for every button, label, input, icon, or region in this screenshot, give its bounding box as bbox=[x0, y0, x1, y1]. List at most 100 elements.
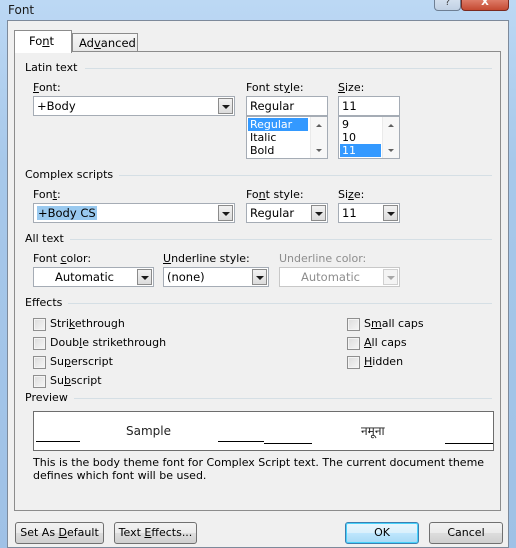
preview-underline bbox=[36, 441, 80, 442]
latin-font-value: +Body bbox=[37, 99, 76, 113]
accesskey: m bbox=[370, 317, 382, 330]
scroll-up-icon[interactable] bbox=[316, 124, 322, 127]
button-label: Text bbox=[118, 526, 145, 539]
latin-size-option[interactable]: 9 bbox=[340, 118, 381, 131]
button-label: Set As bbox=[20, 526, 59, 539]
latin-size-option[interactable]: 10 bbox=[340, 131, 381, 144]
tab-font[interactable]: Font bbox=[14, 30, 72, 53]
superscript-checkbox[interactable] bbox=[33, 356, 46, 369]
label-text: Su bbox=[50, 355, 64, 368]
accesskey: D bbox=[58, 526, 68, 539]
latin-style-option[interactable]: Italic bbox=[248, 131, 308, 144]
hidden-checkbox[interactable] bbox=[347, 356, 360, 369]
text-effects-button[interactable]: Text Effects... bbox=[114, 522, 197, 544]
dialog-body: Font Advanced Latin text Font: +Body Fon… bbox=[7, 20, 509, 548]
scroll-up-icon[interactable] bbox=[388, 124, 394, 127]
preview-sample-latin: Sample bbox=[126, 424, 171, 438]
preview-underline bbox=[264, 443, 312, 444]
hidden-label[interactable]: Hidden bbox=[364, 355, 403, 368]
subscript-label[interactable]: Subscript bbox=[50, 374, 102, 387]
chevron-down-icon[interactable] bbox=[383, 205, 398, 221]
chevron-down-icon[interactable] bbox=[218, 205, 233, 221]
close-button[interactable]: X bbox=[461, 0, 509, 11]
latin-style-label-rest: le: bbox=[290, 81, 304, 94]
window-title: Font bbox=[8, 3, 35, 17]
chevron-down-icon[interactable] bbox=[218, 98, 233, 114]
complex-font-label-text: Fon bbox=[33, 188, 53, 201]
accesskey: p bbox=[63, 355, 71, 368]
underline-style-accesskey: U bbox=[163, 252, 172, 265]
font-color-combo[interactable]: Automatic bbox=[33, 267, 154, 287]
latin-font-label: Font: bbox=[33, 81, 61, 94]
subscript-checkbox[interactable] bbox=[33, 375, 46, 388]
latin-size-option[interactable]: 11 bbox=[340, 144, 381, 157]
latin-size-list[interactable]: 9 10 11 bbox=[338, 116, 400, 159]
font-color-value: Automatic bbox=[55, 270, 114, 284]
set-as-default-button[interactable]: Set As Default bbox=[15, 522, 104, 544]
alltext-group-label: All text bbox=[25, 232, 70, 245]
effects-group-divider bbox=[67, 303, 492, 304]
preview-sample-complex: नमूना bbox=[361, 424, 385, 438]
underline-color-combo: Automatic bbox=[279, 267, 400, 287]
all-caps-checkbox[interactable] bbox=[347, 337, 360, 350]
chevron-down-icon[interactable] bbox=[311, 205, 326, 221]
scroll-down-icon[interactable] bbox=[316, 149, 322, 152]
label-text: Doub bbox=[50, 336, 80, 349]
latin-size-label: Size: bbox=[338, 81, 364, 94]
underline-style-combo[interactable]: (none) bbox=[163, 267, 269, 287]
help-button[interactable]: ? bbox=[434, 0, 461, 11]
complex-font-label: Font: bbox=[33, 188, 61, 201]
latin-font-combo[interactable]: +Body bbox=[33, 96, 235, 116]
label-text: idden bbox=[372, 355, 404, 368]
underline-color-value: Automatic bbox=[301, 270, 360, 284]
latin-font-label-text: ont: bbox=[38, 81, 61, 94]
preview-description: This is the body theme font for Complex … bbox=[33, 456, 485, 482]
effects-group-label: Effects bbox=[25, 296, 69, 309]
small-caps-checkbox[interactable] bbox=[347, 318, 360, 331]
complex-size-combo[interactable]: 11 bbox=[338, 203, 400, 223]
underline-style-label: Underline style: bbox=[163, 252, 250, 265]
chevron-down-icon[interactable] bbox=[252, 269, 267, 285]
latin-size-label-text: ize: bbox=[344, 81, 365, 94]
latin-style-input[interactable]: Regular bbox=[246, 96, 328, 116]
dialog-window: Font ? X Font Advanced Latin text Font: … bbox=[0, 0, 516, 548]
chevron-down-icon[interactable] bbox=[137, 269, 152, 285]
complex-style-accesskey: n bbox=[258, 188, 266, 201]
latin-style-option[interactable]: Bold bbox=[248, 144, 308, 157]
latin-style-label-text: Font st bbox=[246, 81, 284, 94]
ok-button[interactable]: OK bbox=[345, 522, 419, 544]
tab-advanced[interactable]: Advanced bbox=[72, 33, 138, 53]
font-color-label: Font color: bbox=[33, 252, 91, 265]
preview-group-divider bbox=[70, 398, 492, 399]
cancel-button[interactable]: Cancel bbox=[429, 522, 503, 544]
complex-size-value: 11 bbox=[342, 206, 357, 220]
tab-font-label: Fo bbox=[29, 34, 43, 48]
double-strikethrough-checkbox[interactable] bbox=[33, 337, 46, 350]
complex-style-label: Font style: bbox=[246, 188, 304, 201]
double-strikethrough-label[interactable]: Double strikethrough bbox=[50, 336, 166, 349]
all-caps-label[interactable]: All caps bbox=[364, 336, 407, 349]
latin-style-scrollbar[interactable] bbox=[310, 117, 327, 158]
underline-style-value: (none) bbox=[167, 270, 205, 284]
complex-size-label-rest: e: bbox=[353, 188, 365, 201]
complex-font-combo[interactable]: +Body CS bbox=[33, 203, 235, 223]
small-caps-label[interactable]: Small caps bbox=[364, 317, 424, 330]
superscript-label[interactable]: Superscript bbox=[50, 355, 113, 368]
latin-style-list[interactable]: Regular Italic Bold bbox=[246, 116, 328, 159]
latin-size-scrollbar[interactable] bbox=[382, 117, 399, 158]
strikethrough-checkbox[interactable] bbox=[33, 318, 46, 331]
complex-style-combo[interactable]: Regular bbox=[246, 203, 328, 223]
title-bar[interactable]: Font ? X bbox=[0, 0, 516, 22]
preview-box: Sample नमूना bbox=[33, 411, 494, 451]
latin-size-input[interactable]: 11 bbox=[338, 96, 400, 116]
complex-size-label: Size: bbox=[338, 188, 364, 201]
scroll-down-icon[interactable] bbox=[388, 149, 394, 152]
strikethrough-label[interactable]: Strikethrough bbox=[50, 317, 125, 330]
tab-advanced-label: Ad bbox=[79, 36, 94, 50]
latin-group-divider bbox=[85, 68, 492, 69]
accesskey: b bbox=[63, 374, 71, 387]
underline-style-label-text: nderline style: bbox=[171, 252, 250, 265]
latin-style-option[interactable]: Regular bbox=[248, 118, 308, 131]
font-color-label-rest: olor: bbox=[66, 252, 92, 265]
button-label: ffects... bbox=[151, 526, 193, 539]
